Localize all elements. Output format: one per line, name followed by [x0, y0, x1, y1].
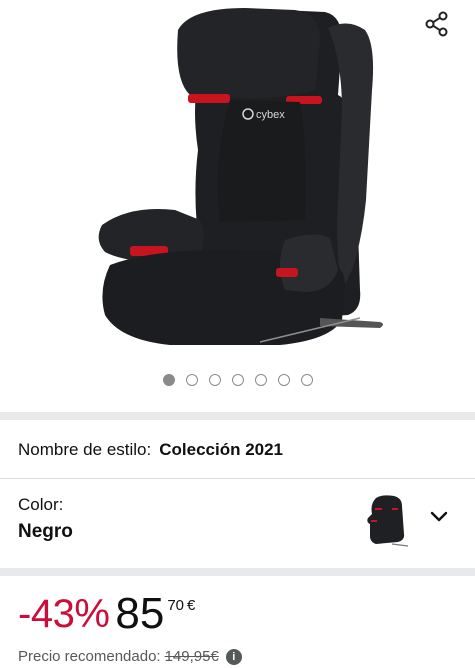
pagination-dot[interactable] [185, 374, 198, 386]
info-icon[interactable]: i [225, 648, 242, 665]
color-swatch-thumbnail[interactable] [362, 494, 410, 550]
chevron-down-icon [430, 511, 448, 522]
pagination-dot[interactable] [277, 374, 290, 386]
price-block: -43% 85 70 € [18, 590, 195, 638]
share-icon [425, 11, 448, 37]
recommended-price-row: Precio recomendado: 149,95€ i [18, 648, 242, 665]
section-divider [0, 412, 475, 420]
image-pagination [0, 374, 475, 386]
color-selector[interactable]: Color: Negro [18, 495, 73, 543]
price-fraction: 70 [167, 597, 185, 614]
color-dropdown-button[interactable] [426, 504, 452, 530]
recommended-price-value: 149,95€ [164, 648, 219, 665]
pagination-dot[interactable] [162, 374, 175, 386]
product-image-gallery[interactable]: cybex [0, 0, 475, 412]
color-label: Color: [18, 495, 64, 514]
svg-text:cybex: cybex [256, 109, 285, 121]
section-divider [0, 568, 475, 576]
pagination-dot[interactable] [300, 374, 313, 386]
pagination-dot[interactable] [231, 374, 244, 386]
style-name-label: Nombre de estilo: [18, 440, 152, 459]
discount-percentage: -43% [18, 592, 110, 636]
style-name-value: Colección 2021 [159, 440, 284, 459]
share-button[interactable] [421, 8, 453, 40]
price-whole: 85 [115, 589, 165, 638]
pagination-dot[interactable] [254, 374, 267, 386]
recommended-price-label: Precio recomendado: [18, 648, 161, 665]
row-divider [0, 478, 475, 479]
style-name-row[interactable]: Nombre de estilo: Colección 2021 [18, 440, 283, 460]
price-currency: € [187, 597, 196, 614]
pagination-dot[interactable] [208, 374, 221, 386]
color-value: Negro [18, 521, 73, 542]
product-image[interactable]: cybex [80, 0, 390, 350]
